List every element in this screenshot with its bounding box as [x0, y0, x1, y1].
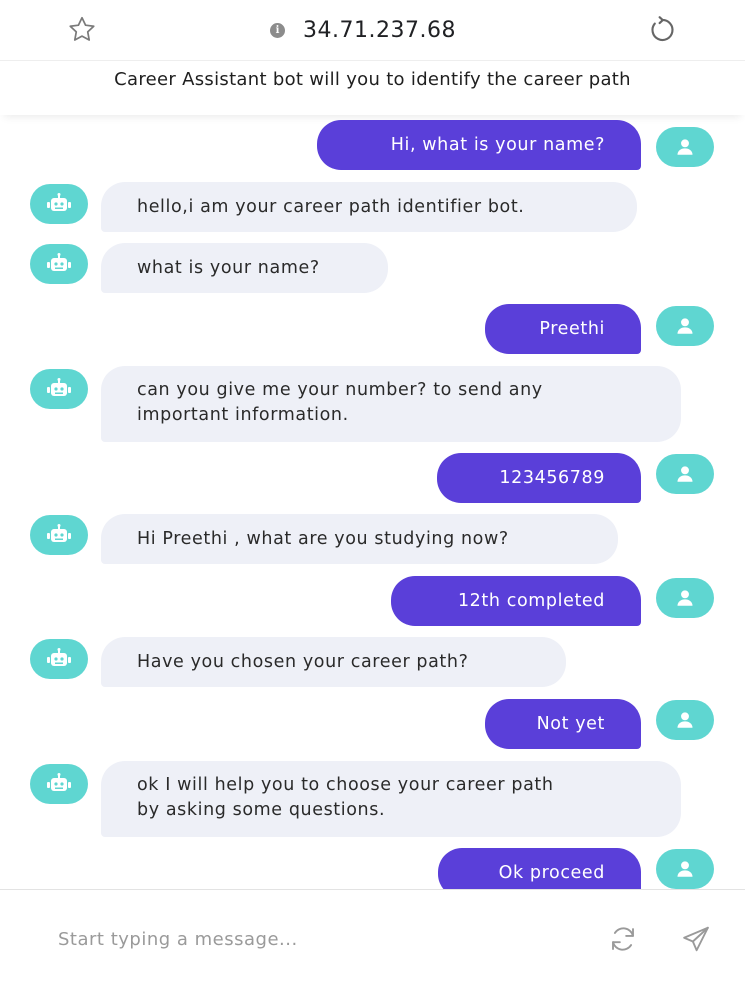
message-line: important information.	[137, 405, 349, 425]
star-icon[interactable]	[64, 13, 100, 47]
info-icon[interactable]: i	[270, 22, 285, 38]
chat-title: Career Assistant bot will you to identif…	[114, 69, 631, 90]
message-composer	[0, 889, 745, 983]
message-row: 12th completed	[0, 576, 745, 626]
message-row: hello,i am your career path identifier b…	[0, 182, 745, 232]
user-avatar	[656, 454, 714, 494]
message-row: Ok proceed	[0, 848, 745, 890]
user-avatar	[656, 700, 714, 740]
user-icon	[677, 712, 693, 728]
refresh-icon[interactable]	[604, 922, 642, 956]
robot-icon	[47, 193, 71, 211]
message-row: Not yet	[0, 699, 745, 749]
user-message-bubble: Hi, what is your name?	[317, 120, 641, 170]
message-row: ok I will help you to choose your career…	[0, 761, 745, 837]
robot-icon	[47, 524, 71, 542]
message-row: 123456789	[0, 453, 745, 503]
user-icon	[677, 590, 693, 606]
url-text: 34.71.237.68	[303, 17, 456, 43]
user-icon	[677, 861, 693, 877]
browser-top-bar: i 34.71.237.68	[0, 0, 745, 60]
bot-avatar	[30, 764, 88, 804]
bot-message-bubble: can you give me your number? to send any…	[101, 366, 681, 442]
message-row: what is your name?	[0, 243, 745, 293]
user-message-bubble: Not yet	[485, 699, 641, 749]
message-list[interactable]: Hi, what is your name? hello,i am your c…	[0, 114, 745, 890]
user-avatar	[656, 849, 714, 889]
user-message-bubble: Preethi	[485, 304, 641, 354]
robot-icon	[47, 378, 71, 396]
bot-avatar	[30, 369, 88, 409]
bot-avatar	[30, 184, 88, 224]
chat-header: Career Assistant bot will you to identif…	[0, 60, 745, 115]
message-row: Hi, what is your name?	[0, 120, 745, 170]
user-icon	[677, 318, 693, 334]
user-message-bubble: 12th completed	[391, 576, 641, 626]
bot-message-bubble: what is your name?	[101, 243, 388, 293]
bot-avatar	[30, 515, 88, 555]
bot-message-bubble: Have you chosen your career path?	[101, 637, 566, 687]
message-row: Hi Preethi , what are you studying now?	[0, 514, 745, 564]
message-row: Preethi	[0, 304, 745, 354]
user-message-bubble: Ok proceed	[438, 848, 641, 890]
reload-icon[interactable]	[642, 12, 682, 48]
user-avatar	[656, 127, 714, 167]
message-input[interactable]	[56, 920, 580, 958]
send-icon[interactable]	[676, 922, 716, 956]
user-message-bubble: 123456789	[437, 453, 641, 503]
robot-icon	[47, 253, 71, 271]
address-bar[interactable]: i 34.71.237.68	[270, 14, 456, 46]
user-icon	[677, 139, 693, 155]
message-line: by asking some questions.	[137, 800, 386, 820]
robot-icon	[47, 648, 71, 666]
user-avatar	[656, 306, 714, 346]
bot-message-bubble: hello,i am your career path identifier b…	[101, 182, 637, 232]
message-row: Have you chosen your career path?	[0, 637, 745, 687]
bot-avatar	[30, 639, 88, 679]
robot-icon	[47, 773, 71, 791]
message-line: can you give me your number? to send any	[137, 380, 543, 400]
user-icon	[677, 466, 693, 482]
user-avatar	[656, 578, 714, 618]
message-line: ok I will help you to choose your career…	[137, 775, 554, 795]
bot-message-bubble: ok I will help you to choose your career…	[101, 761, 681, 837]
message-row: can you give me your number? to send any…	[0, 366, 745, 442]
bot-avatar	[30, 244, 88, 284]
bot-message-bubble: Hi Preethi , what are you studying now?	[101, 514, 618, 564]
